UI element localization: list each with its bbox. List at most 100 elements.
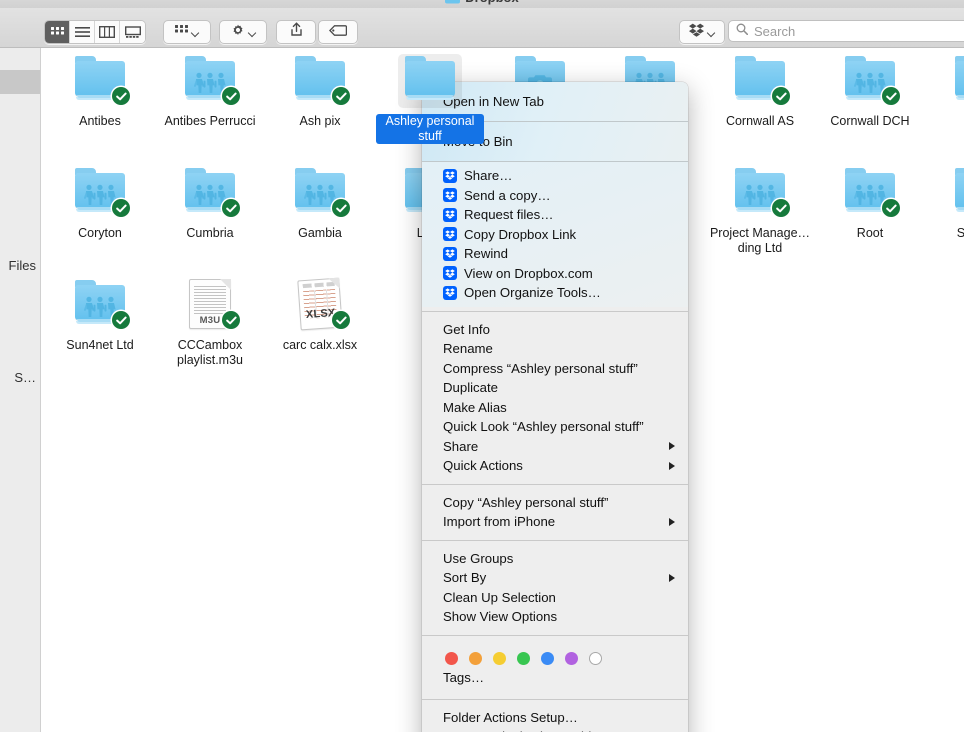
- tag-color-dot[interactable]: [517, 651, 530, 665]
- menu-item[interactable]: Make Alias: [422, 398, 688, 418]
- group-by-button[interactable]: [163, 20, 211, 44]
- folder-item[interactable]: Cornwall AS: [705, 54, 815, 129]
- file-label[interactable]: Ashley personal stuff: [376, 114, 484, 144]
- file-item[interactable]: M3U CCCambox playlist.m3u: [155, 278, 265, 368]
- submenu-arrow-icon: [669, 573, 675, 582]
- file-label[interactable]: Cornwall DCH: [830, 114, 909, 129]
- context-menu-group: Tags…: [422, 640, 688, 695]
- dropbox-menu-button[interactable]: [679, 20, 725, 44]
- file-label[interactable]: Coryton: [78, 226, 122, 241]
- sidebar-item-selected[interactable]: [0, 70, 40, 94]
- sidebar-item-shared[interactable]: S…: [14, 370, 36, 385]
- menu-item[interactable]: New Terminal Tab at Folder: [422, 727, 688, 732]
- folder-item[interactable]: Ashley personal stuff: [375, 54, 485, 144]
- menu-separator: [422, 483, 688, 485]
- view-mode-segmented-control[interactable]: [44, 20, 146, 44]
- folder-icon: [68, 278, 132, 332]
- menu-item[interactable]: View on Dropbox.com: [422, 264, 688, 284]
- gallery-view-button[interactable]: [120, 21, 145, 43]
- tag-color-dot[interactable]: [541, 651, 554, 665]
- file-label[interactable]: Ash pix: [300, 114, 341, 129]
- sync-check-badge-icon: [332, 199, 350, 217]
- sync-check-badge-icon: [772, 199, 790, 217]
- file-label[interactable]: carc calx.xlsx: [283, 338, 357, 353]
- menu-item[interactable]: Clean Up Selection: [422, 588, 688, 608]
- menu-item[interactable]: Rename: [422, 339, 688, 359]
- submenu-arrow-icon: [669, 461, 675, 470]
- folder-item[interactable]: Sun4net Ltd: [45, 278, 155, 353]
- tag-color-dot[interactable]: [565, 651, 578, 665]
- menu-item[interactable]: Duplicate: [422, 378, 688, 398]
- folder-item[interactable]: Project Manage…ding Ltd: [705, 166, 815, 256]
- icon-view-button[interactable]: [45, 21, 70, 43]
- menu-item[interactable]: Copy “Ashley personal stuff”: [422, 493, 688, 513]
- file-label[interactable]: Antibes: [79, 114, 121, 129]
- column-view-button[interactable]: [95, 21, 120, 43]
- tag-color-dot[interactable]: [589, 651, 602, 665]
- folder-icon: [68, 54, 132, 108]
- file-label[interactable]: Cornwall AS: [726, 114, 794, 129]
- tag-color-dot[interactable]: [493, 651, 506, 665]
- file-label[interactable]: S4N s…: [957, 226, 964, 241]
- folder-item[interactable]: Coro: [925, 54, 964, 129]
- sidebar[interactable]: Files S…: [0, 48, 41, 732]
- menu-item[interactable]: Rewind: [422, 244, 688, 264]
- menu-item[interactable]: Import from iPhone: [422, 512, 688, 532]
- folder-item[interactable]: Coryton: [45, 166, 155, 241]
- folder-item[interactable]: Gambia: [265, 166, 375, 241]
- folder-item[interactable]: Antibes Perrucci: [155, 54, 265, 129]
- tag-color-dot[interactable]: [445, 651, 458, 665]
- menu-separator: [422, 310, 688, 312]
- sidebar-item-files[interactable]: Files: [9, 258, 36, 273]
- menu-item-tags[interactable]: Tags…: [422, 670, 688, 691]
- folder-item[interactable]: S4N s…: [925, 166, 964, 241]
- file-item[interactable]: XLSX carc calx.xlsx: [265, 277, 375, 353]
- file-label[interactable]: Root: [857, 226, 883, 241]
- grid-small-icon: [175, 23, 188, 41]
- menu-item[interactable]: Share: [422, 437, 688, 457]
- sync-check-badge-icon: [222, 199, 240, 217]
- search-field[interactable]: Search: [728, 20, 964, 42]
- context-menu-group: Share… Send a copy… Request files… Copy Dro…: [422, 162, 688, 307]
- menu-item[interactable]: Open Organize Tools…: [422, 283, 688, 303]
- file-label[interactable]: Cumbria: [186, 226, 233, 241]
- file-label[interactable]: Project Manage…ding Ltd: [706, 226, 814, 256]
- context-menu[interactable]: Open in New TabMove to BinShare…Send a c…: [422, 82, 688, 732]
- sync-check-badge-icon: [332, 311, 350, 329]
- folder-item[interactable]: Cumbria: [155, 166, 265, 241]
- menu-item[interactable]: Share…: [422, 166, 688, 186]
- folder-item[interactable]: Root: [815, 166, 925, 241]
- menu-item[interactable]: Show View Options: [422, 607, 688, 627]
- tag-color-dot[interactable]: [469, 651, 482, 665]
- menu-item[interactable]: Quick Actions: [422, 456, 688, 476]
- tag-button[interactable]: [318, 20, 358, 44]
- share-arrow-icon: [290, 22, 303, 42]
- folder-item[interactable]: Ash pix: [265, 54, 375, 129]
- dropbox-icon: [443, 246, 457, 261]
- menu-item[interactable]: Send a copy…: [422, 186, 688, 206]
- toolbar: Search: [0, 8, 964, 48]
- folder-item[interactable]: Cornwall DCH: [815, 54, 925, 129]
- menu-item-label: Compress “Ashley personal stuff”: [443, 360, 638, 376]
- menu-item[interactable]: Quick Look “Ashley personal stuff”: [422, 417, 688, 437]
- menu-item[interactable]: Folder Actions Setup…: [422, 708, 688, 728]
- menu-item[interactable]: Sort By: [422, 568, 688, 588]
- file-label[interactable]: Antibes Perrucci: [164, 114, 255, 129]
- file-label[interactable]: CCCambox playlist.m3u: [156, 338, 264, 368]
- menu-item[interactable]: Request files…: [422, 205, 688, 225]
- menu-separator: [422, 539, 688, 541]
- menu-item[interactable]: Use Groups: [422, 549, 688, 569]
- file-label[interactable]: Sun4net Ltd: [66, 338, 133, 353]
- menu-item[interactable]: Copy Dropbox Link: [422, 225, 688, 245]
- menu-item[interactable]: Get Info: [422, 320, 688, 340]
- share-button[interactable]: [276, 20, 316, 44]
- menu-item[interactable]: Compress “Ashley personal stuff”: [422, 359, 688, 379]
- chevron-down-icon: [192, 30, 199, 35]
- dropbox-icon: [443, 188, 457, 203]
- folder-item[interactable]: Antibes: [45, 54, 155, 129]
- context-menu-group: Folder Actions Setup… New Terminal Tab at…: [422, 704, 688, 732]
- folder-icon: [178, 54, 242, 108]
- list-view-button[interactable]: [70, 21, 95, 43]
- action-button[interactable]: [219, 20, 267, 44]
- file-label[interactable]: Gambia: [298, 226, 342, 241]
